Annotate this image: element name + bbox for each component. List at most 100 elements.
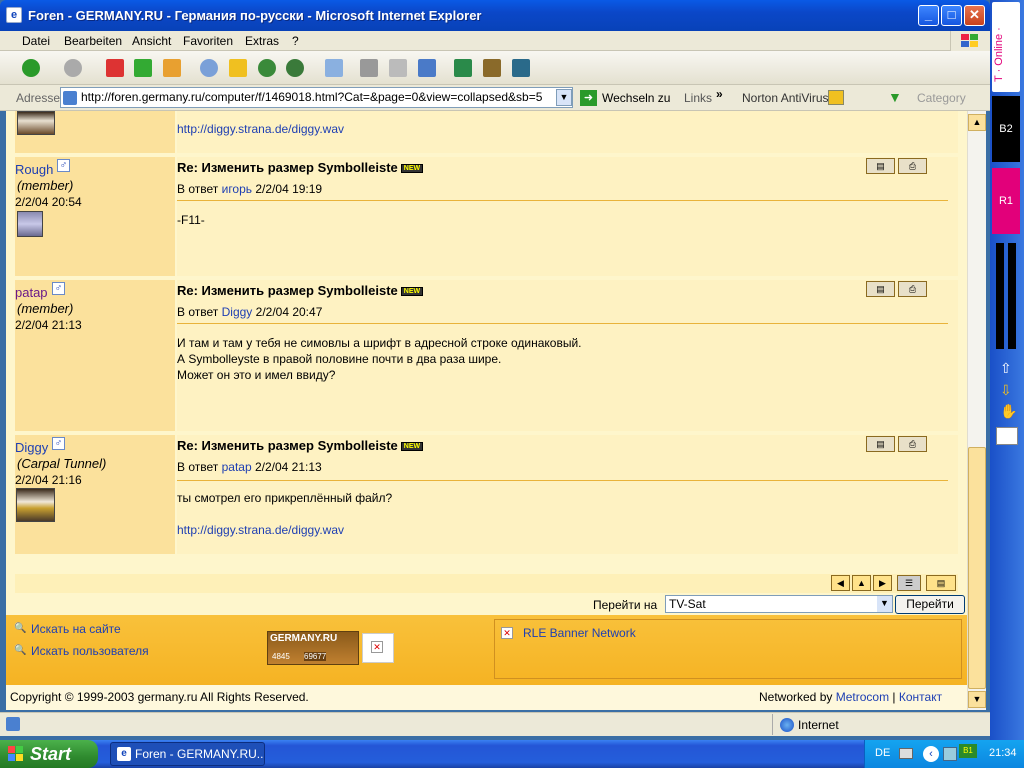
category-field[interactable]: Category — [917, 91, 966, 105]
menu-favoriten[interactable]: Favoriten — [183, 34, 233, 48]
search-site-link[interactable]: Искать на сайте — [31, 622, 121, 636]
scroll-thumb[interactable] — [968, 447, 986, 689]
reply-quote-button[interactable]: ▤ — [866, 436, 895, 452]
username-link[interactable]: Rough — [15, 162, 53, 177]
maximize-button[interactable]: □ — [941, 5, 962, 26]
network-icon[interactable] — [943, 747, 957, 761]
r1-button[interactable]: R1 — [992, 168, 1020, 234]
go-button[interactable]: Wechseln zu — [602, 91, 670, 105]
avatar — [17, 111, 55, 135]
footer-band: 🔍 Искать на сайте 🔍 Искать пользователя … — [6, 615, 967, 685]
norton-label[interactable]: Norton AntiVirus — [742, 91, 829, 105]
new-badge-icon: NEW — [400, 442, 424, 452]
b2-button[interactable]: B2 — [992, 96, 1020, 162]
forum-list-button[interactable]: ▤ — [926, 575, 956, 591]
translate-icon[interactable] — [418, 59, 436, 77]
favorites-icon[interactable] — [229, 59, 247, 77]
prev-page-button[interactable]: ◀ — [831, 575, 850, 591]
level-meter — [1008, 243, 1016, 349]
print-post-button[interactable]: ⎙ — [898, 281, 927, 297]
address-dropdown-icon[interactable]: ▼ — [556, 89, 572, 106]
menu-help[interactable]: ? — [292, 34, 299, 48]
keyboard-icon[interactable] — [899, 748, 913, 759]
edit-icon[interactable] — [389, 59, 407, 77]
language-indicator[interactable]: DE — [875, 747, 890, 759]
post-body-cell: http://diggy.strana.de/diggy.wav — [177, 111, 958, 153]
home-icon[interactable] — [163, 59, 181, 77]
chevron-icon[interactable]: » — [716, 87, 723, 101]
minimize-button[interactable]: _ — [918, 5, 939, 26]
goto-button[interactable]: Перейти — [895, 595, 965, 614]
attachment-link[interactable]: http://diggy.strana.de/diggy.wav — [177, 523, 344, 537]
scroll-down-button[interactable]: ▼ — [968, 691, 986, 708]
menu-datei[interactable]: Datei — [22, 34, 50, 48]
reply-user-link[interactable]: Diggy — [222, 305, 253, 319]
menu-extras[interactable]: Extras — [245, 34, 279, 48]
germany-ru-counter[interactable]: GERMANY.RU 4845 69677 — [267, 631, 359, 665]
clock: 21:34 — [989, 747, 1017, 759]
post-date: 2/2/04 21:13 — [15, 318, 82, 332]
goto-select[interactable]: TV-Sat ▼ — [665, 595, 893, 613]
close-button[interactable]: ✕ — [964, 5, 985, 26]
back-icon[interactable] — [22, 59, 40, 77]
post-author-cell: Diggy ♂ (Carpal Tunnel) 2/2/04 21:16 — [15, 435, 175, 554]
chevron-left-icon[interactable]: ‹ — [923, 746, 939, 762]
thread-list-button[interactable]: ☰ — [897, 575, 921, 591]
mail-icon[interactable] — [325, 59, 343, 77]
contact-link[interactable]: Контакт — [899, 690, 942, 704]
post-title: Re: Изменить размер Symbolleiste NEW — [177, 160, 424, 175]
user-role: (Carpal Tunnel) — [17, 456, 107, 471]
print-post-button[interactable]: ⎙ — [898, 436, 927, 452]
tray-b1-icon[interactable]: B1 — [959, 744, 977, 758]
history-icon[interactable] — [286, 59, 304, 77]
up-thread-button[interactable]: ▲ — [852, 575, 871, 591]
reply-quote-button[interactable]: ▤ — [866, 281, 895, 297]
attachment-link[interactable]: http://diggy.strana.de/diggy.wav — [177, 122, 344, 136]
toolbar — [0, 51, 990, 85]
copyright-row: Copyright © 1999-2003 germany.ru All Rig… — [6, 685, 967, 710]
hand-icon[interactable]: ✋ — [1000, 403, 1017, 420]
toolbar-extra-icon[interactable] — [454, 59, 472, 77]
menu-bearbeiten[interactable]: Bearbeiten — [64, 34, 122, 48]
stop-icon[interactable] — [106, 59, 124, 77]
menu-bar: Datei Bearbeiten Ansicht Favoriten Extra… — [0, 31, 990, 51]
taskbar-ie-window[interactable]: e Foren - GERMANY.RU... — [110, 742, 265, 766]
filter-icon[interactable]: ▼ — [888, 90, 904, 105]
go-arrow-icon[interactable]: ➜ — [580, 90, 597, 106]
arrow-down-icon[interactable]: ⇩ — [1000, 382, 1012, 399]
vertical-scrollbar[interactable]: ▲ ▼ — [967, 111, 986, 710]
post-author-cell: patap ♂ (member) 2/2/04 21:13 — [15, 280, 175, 431]
print-icon[interactable] — [360, 59, 378, 77]
reply-user-link[interactable]: patap — [222, 460, 252, 474]
username-link[interactable]: patap — [15, 285, 48, 300]
chevron-down-icon[interactable]: ▼ — [877, 596, 892, 612]
scroll-up-button[interactable]: ▲ — [968, 114, 986, 131]
username-link[interactable]: Diggy — [15, 440, 48, 455]
metrocom-link[interactable]: Metrocom — [836, 690, 889, 704]
arrow-up-icon[interactable]: ⇧ — [1000, 360, 1012, 377]
forum-page: http://diggy.strana.de/diggy.wav Rough ♂… — [6, 111, 967, 710]
menu-ansicht[interactable]: Ansicht — [132, 34, 171, 48]
print-post-button[interactable]: ⎙ — [898, 158, 927, 174]
refresh-icon[interactable] — [134, 59, 152, 77]
research-icon[interactable] — [512, 59, 530, 77]
t-online-logo[interactable]: T · Online · — [992, 2, 1020, 92]
media-icon[interactable] — [258, 59, 276, 77]
reply-quote-button[interactable]: ▤ — [866, 158, 895, 174]
reply-user-link[interactable]: игорь — [222, 182, 252, 196]
search-user-link[interactable]: Искать пользователя — [31, 644, 149, 658]
zone-label: Internet — [798, 718, 839, 732]
next-page-button[interactable]: ▶ — [873, 575, 892, 591]
forward-icon[interactable] — [64, 59, 82, 77]
divider — [772, 714, 773, 735]
messenger-icon[interactable] — [483, 59, 501, 77]
links-label[interactable]: Links — [684, 91, 712, 105]
search-icon[interactable] — [200, 59, 218, 77]
sidebar-tool-icon[interactable] — [996, 427, 1018, 445]
reply-info: В ответ игорь 2/2/04 19:19 — [177, 182, 323, 196]
address-input[interactable]: http://foren.germany.ru/computer/f/14690… — [60, 87, 573, 108]
banner-link[interactable]: RLE Banner Network — [523, 626, 636, 640]
network-info: Networked by Metrocom | Контакт — [759, 690, 943, 704]
t-online-sidebar: T · Online · B2 R1 ⇧ ⇩ ✋ — [990, 0, 1024, 740]
norton-icon[interactable] — [828, 90, 844, 105]
